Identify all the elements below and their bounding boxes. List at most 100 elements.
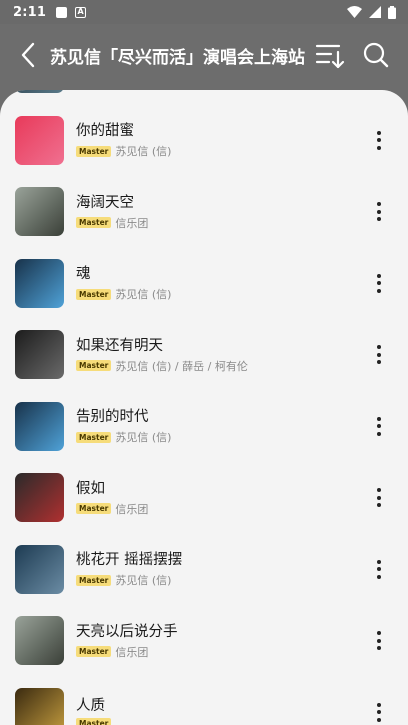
album-cover [15,401,64,451]
song-meta: Master 苏见信 (信) [76,286,364,302]
master-badge: Master [76,717,112,725]
more-vert-icon [377,202,381,207]
status-right [347,5,396,19]
song-title: 海阔天空 [76,194,134,211]
more-vert-icon [377,273,381,278]
album-cover [15,187,64,237]
more-vert-icon [377,559,381,564]
song-title: 桃花开 摇摇摆摆 [76,552,183,569]
more-options-button[interactable] [364,263,394,303]
more-vert-icon [377,702,381,707]
song-text: 告别的时代 Master 苏见信 (信) [76,407,364,445]
more-options-button[interactable] [364,549,394,589]
more-options-button[interactable] [364,120,394,160]
more-vert-icon-dot [377,710,381,715]
song-row[interactable]: 如果还有明天 Master 苏见信 (信) / 薛岳 / 柯有伦 [0,319,408,391]
album-cover [15,90,64,94]
signal-icon [369,6,381,18]
more-vert-icon-dot [377,503,381,508]
more-vert-icon-dot [377,352,381,357]
more-options-button[interactable] [364,478,394,518]
more-options-button[interactable] [364,406,394,446]
song-title: 告别的时代 [76,409,149,426]
album-cover [15,258,64,308]
more-options-button[interactable] [364,335,394,375]
more-options-button[interactable] [364,192,394,232]
album-cover [15,616,64,666]
song-meta: Master 苏见信 (信) [76,429,364,445]
more-vert-icon-dot [377,567,381,572]
more-vert-icon-dot [377,431,381,436]
title-actions [310,35,396,75]
album-cover [15,115,64,165]
a-notification-icon: A [75,6,87,18]
more-vert-icon-dot [377,360,381,365]
more-options-button[interactable] [364,621,394,661]
status-bar: 2:11 A [0,0,408,24]
song-artist: 苏见信 (信) [115,288,172,302]
song-text: 人质 Master [76,696,364,725]
more-vert-icon-dot [377,495,381,500]
search-icon [363,42,389,68]
song-row[interactable]: 魂 Master 苏见信 (信) [0,248,408,320]
song-row[interactable]: 天亮以后说分手 Master 信乐团 [0,605,408,677]
song-meta: Master 苏见信 (信) [76,143,364,159]
master-badge: Master [76,431,112,443]
song-row[interactable]: 人质 Master [0,677,408,725]
song-row[interactable]: Master 苏见信 (信) [0,90,408,105]
song-list: Master 苏见信 (信) 你的甜蜜 Master 苏见信 (信) 海阔天空 [0,90,408,725]
search-button[interactable] [356,35,396,75]
song-title: 魂 [76,266,91,283]
song-title: 天亮以后说分手 [76,623,178,640]
song-artist: 苏见信 (信) [115,145,172,159]
album-cover [15,544,64,594]
master-badge: Master [76,360,112,372]
song-title: 假如 [76,480,105,497]
status-time: 2:11 [13,4,47,20]
sort-button[interactable] [310,35,350,75]
song-title: 你的甜蜜 [76,123,134,140]
notification-icon [56,6,68,18]
back-arrow-icon [21,42,35,68]
song-row[interactable]: 告别的时代 Master 苏见信 (信) [0,391,408,463]
more-vert-icon-dot [377,574,381,579]
master-badge: Master [76,503,112,515]
more-vert-icon-dot [377,145,381,150]
song-artist: 苏见信 (信) [115,431,172,445]
back-button[interactable] [6,33,50,77]
more-vert-icon [377,130,381,135]
song-text: 桃花开 摇摇摆摆 Master 苏见信 (信) [76,550,364,588]
song-title: 人质 [76,697,105,714]
song-title: 如果还有明天 [76,337,163,354]
song-text: 你的甜蜜 Master 苏见信 (信) [76,121,364,159]
more-vert-icon-dot [377,646,381,651]
song-meta: Master [76,717,364,725]
song-artist: 苏见信 (信) / 薛岳 / 柯有伦 [115,359,248,373]
song-row[interactable]: 假如 Master 信乐团 [0,462,408,534]
song-row[interactable]: 桃花开 摇摇摆摆 Master 苏见信 (信) [0,534,408,606]
more-vert-icon [377,488,381,493]
more-vert-icon-dot [377,217,381,222]
song-text: 海阔天空 Master 信乐团 [76,193,364,231]
more-vert-icon [377,416,381,421]
more-vert-icon-dot [377,717,381,722]
song-meta: Master 信乐团 [76,644,364,660]
more-vert-icon-dot [377,288,381,293]
song-row[interactable]: 海阔天空 Master 信乐团 [0,176,408,248]
song-text: 天亮以后说分手 Master 信乐团 [76,622,364,660]
song-artist: 苏见信 (信) [115,574,172,588]
album-cover [15,330,64,380]
master-badge: Master [76,217,112,229]
song-artist: 信乐团 [115,216,149,230]
battery-icon [388,5,396,19]
song-row[interactable]: 你的甜蜜 Master 苏见信 (信) [0,105,408,177]
master-badge: Master [76,288,112,300]
more-options-button[interactable] [364,692,394,725]
song-list-sheet: Master 苏见信 (信) 你的甜蜜 Master 苏见信 (信) 海阔天空 [0,90,408,725]
more-vert-icon [377,631,381,636]
more-vert-icon-dot [377,638,381,643]
song-meta: Master 苏见信 (信) [76,572,364,588]
more-vert-icon [377,345,381,350]
master-badge: Master [76,145,112,157]
master-badge: Master [76,574,112,586]
